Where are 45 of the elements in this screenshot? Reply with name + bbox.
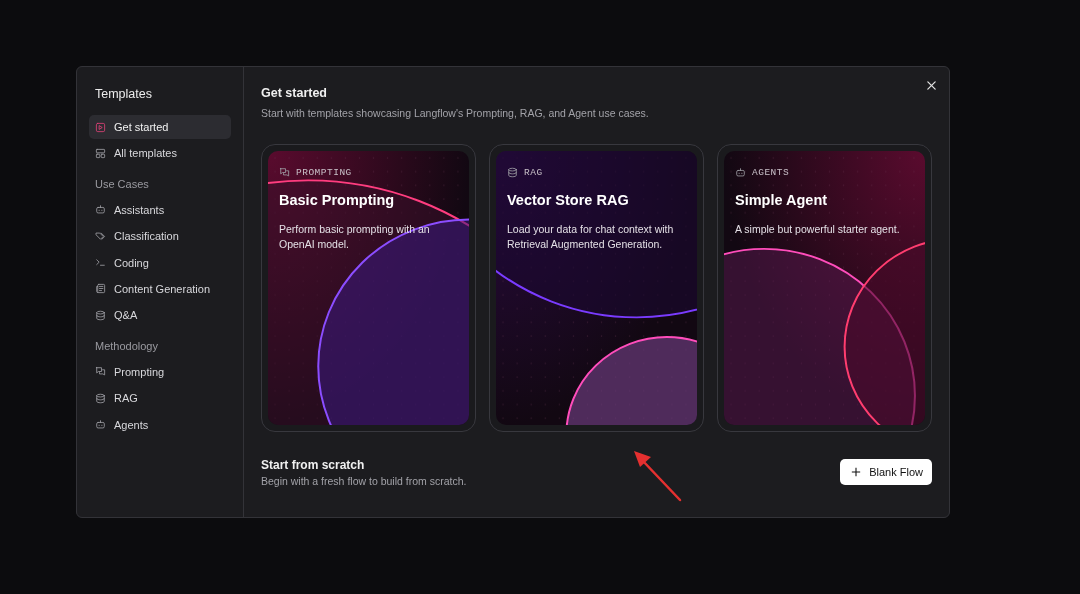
layout-icon xyxy=(95,147,106,159)
card-description: Perform basic prompting with an OpenAI model. xyxy=(279,222,431,252)
sidebar-item[interactable]: Assistants xyxy=(89,197,231,222)
sidebar-item[interactable]: Prompting xyxy=(89,359,231,384)
blank-flow-button[interactable]: Blank Flow xyxy=(840,458,932,485)
card-title: Basic Prompting xyxy=(279,192,395,208)
template-card[interactable]: RAG Vector Store RAG Load your data for chat context with Retrieval Augmented Generation. xyxy=(489,144,704,432)
database-icon xyxy=(95,309,106,321)
card-title: Simple Agent xyxy=(735,192,828,208)
card-title: Vector Store RAG xyxy=(507,192,629,208)
scratch-title: Start from scratch xyxy=(261,458,366,472)
robot-icon xyxy=(735,167,746,178)
template-card[interactable]: AGENTS Simple Agent A simple but powerful starter agent. xyxy=(717,144,932,432)
card-description: A simple but powerful starter agent. xyxy=(735,222,900,237)
annotation-arrow xyxy=(632,448,684,504)
sidebar-item[interactable]: All templates xyxy=(89,141,231,166)
robot-icon xyxy=(95,204,106,216)
document-icon xyxy=(95,283,106,295)
sidebar-item[interactable]: RAG xyxy=(89,386,231,411)
chat-icon xyxy=(95,366,106,378)
section-subtitle: Start with templates showcasing Langflow's Prompting, RAG, and Agent use cases. xyxy=(261,107,650,119)
scratch-description: Begin with a fresh flow to build from scratch. xyxy=(261,475,467,487)
sidebar-title: Templates xyxy=(95,87,153,101)
section-title: Get started xyxy=(261,86,328,100)
sidebar-item[interactable]: Q&A xyxy=(89,303,231,328)
section-heading: Methodology xyxy=(95,339,159,352)
terminal-icon xyxy=(95,257,106,269)
database-icon xyxy=(507,167,518,178)
sidebar-item[interactable]: Get started xyxy=(89,115,231,139)
database-icon xyxy=(95,392,106,404)
tag-label: AGENTS xyxy=(752,167,790,178)
sidebar-item[interactable]: Agents xyxy=(89,412,231,437)
card-description: Load your data for chat context with Retrieval Augmented Generation. xyxy=(507,222,675,252)
plus-icon xyxy=(851,466,862,477)
tag-label: RAG xyxy=(524,167,543,178)
tag-label: PROMPTING xyxy=(296,167,352,178)
template-card[interactable]: PROMPTING Basic Prompting Perform basic prompting with an OpenAI model. xyxy=(261,144,476,432)
chat-icon xyxy=(279,167,290,178)
sidebar-item[interactable]: Content Generation xyxy=(89,276,231,301)
sidebar-item[interactable]: Coding xyxy=(89,250,231,275)
sidebar-item[interactable]: Classification xyxy=(89,224,231,249)
play-icon xyxy=(95,121,106,133)
tags-icon xyxy=(95,230,106,242)
robot-icon xyxy=(95,419,106,430)
section-heading: Use Cases xyxy=(95,177,150,190)
